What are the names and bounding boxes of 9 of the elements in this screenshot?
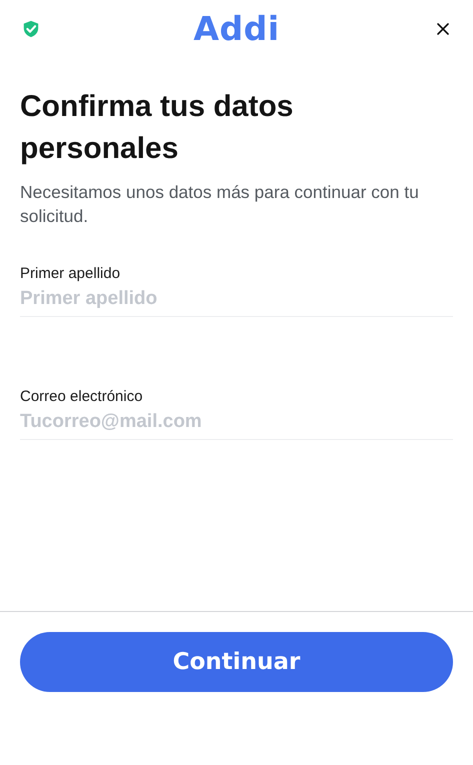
input-field[interactable]: Primer apellido [20, 284, 453, 317]
shield-check-icon [22, 20, 40, 38]
field-label: Primer apellido [20, 264, 122, 284]
continue-button[interactable]: Continuar [20, 632, 453, 692]
page-subtitle: Necesitamos unos datos más para continuar con tu solicitud. [20, 181, 420, 228]
logo: Addi [192, 9, 281, 48]
field-label: Correo electrónico [20, 387, 144, 407]
page-title: Confirma tus datos personales [20, 89, 294, 167]
input-field[interactable]: Tucorreo@mail.com [20, 407, 453, 440]
